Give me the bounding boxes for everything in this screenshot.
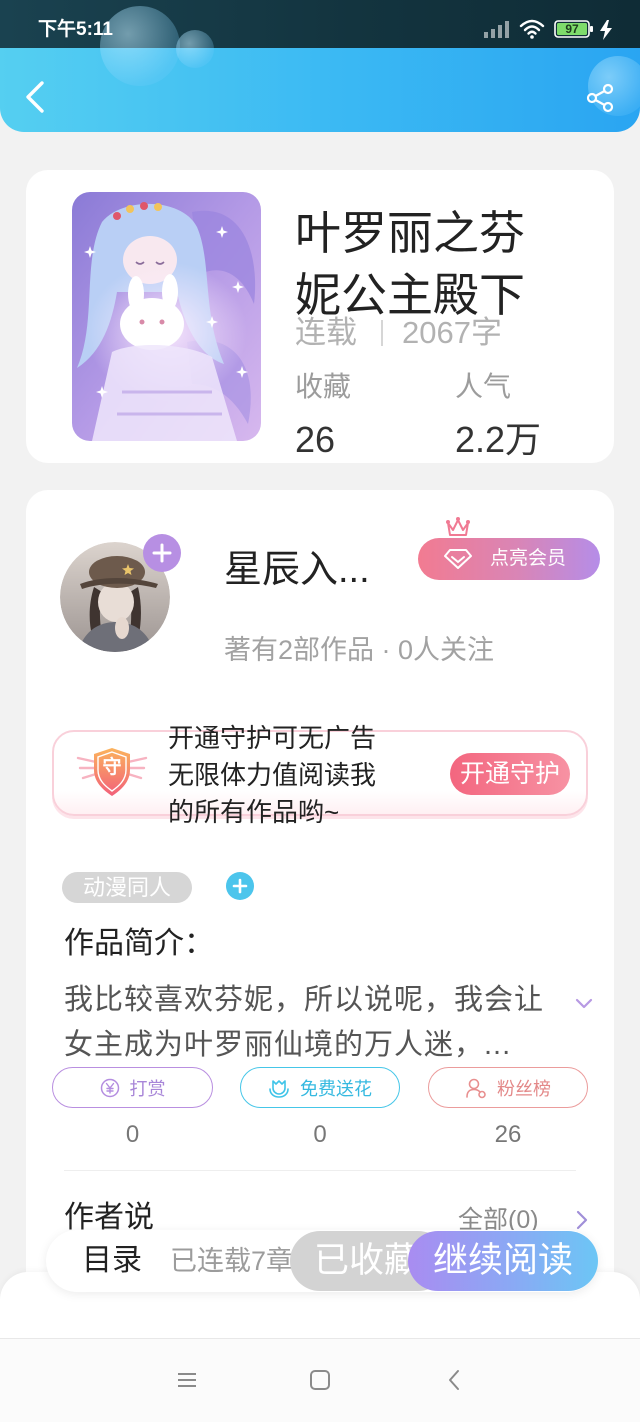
book-info-card: 叶罗丽之芬 妮公主殿下 连载 2067字 收藏 人气 26 2.2万: [26, 170, 614, 463]
reward-count: 0: [125, 1121, 140, 1148]
guard-text-line-2: 无限体力值阅读我: [168, 760, 377, 790]
genre-tag[interactable]: 动漫同人: [62, 872, 192, 903]
reward-label: 打赏: [129, 1078, 166, 1099]
popularity-value: 2.2万: [455, 419, 542, 460]
nav-back-icon[interactable]: [448, 1369, 460, 1391]
expand-chevron-down-icon[interactable]: [575, 998, 593, 1010]
favorites-label: 收藏: [295, 371, 352, 402]
menu-icon[interactable]: [177, 1370, 197, 1390]
battery-icon: 97: [554, 20, 594, 38]
wifi-icon: [519, 19, 545, 39]
signal-icon: [484, 20, 510, 38]
member-button[interactable]: 点亮会员: [418, 538, 600, 580]
catalog-button[interactable]: 目录: [82, 1230, 142, 1292]
user-icon: [466, 1078, 486, 1098]
back-chevron-icon[interactable]: [24, 80, 46, 114]
chevron-right-icon[interactable]: [576, 1210, 588, 1230]
guard-text-line-1: 开通守护可无广告: [168, 723, 377, 753]
plus-icon: [232, 878, 248, 894]
open-guard-button[interactable]: 开通守护: [450, 753, 570, 795]
chapter-count[interactable]: 已连载7章: [170, 1230, 293, 1292]
word-count: 2067字: [402, 315, 502, 350]
share-icon[interactable]: [585, 83, 615, 113]
follow-plus-button[interactable]: [143, 534, 181, 572]
intro-heading: 作品简介：: [64, 927, 214, 960]
member-button-label: 点亮会员: [490, 548, 567, 569]
guard-banner[interactable]: 守 开通守护可无广告 无限体力值阅读我 的所有作品哟~ 开通守护: [52, 723, 588, 827]
battery-level: 97: [565, 22, 579, 36]
plus-icon: [152, 543, 172, 563]
add-tag-button[interactable]: [226, 872, 254, 900]
author-summary: 著有2部作品 · 0人关注: [224, 635, 495, 665]
diamond-icon: [444, 549, 472, 569]
header-bar: [0, 48, 640, 132]
fan-count: 26: [494, 1121, 522, 1148]
fan-ranking-button[interactable]: 粉丝榜: [428, 1067, 588, 1108]
book-cover-image: [72, 192, 261, 441]
book-detail-screen: 下午5:11 97 叶罗丽之芬 妮公主殿下 连载 2067字 收藏 人气 26 …: [0, 0, 640, 1422]
crown-icon: [444, 515, 472, 537]
header-bubble-decoration: [176, 30, 214, 68]
book-title-line-1: 叶罗丽之芬: [295, 207, 525, 259]
continue-reading-button[interactable]: 继续阅读: [408, 1231, 598, 1291]
charging-icon: [599, 20, 613, 40]
popularity-label: 人气: [455, 371, 512, 402]
free-flower-label: 免费送花: [300, 1078, 372, 1099]
flower-count: 0: [313, 1121, 327, 1148]
home-square-icon[interactable]: [309, 1369, 331, 1391]
status-time: 下午5:11: [38, 19, 113, 40]
meta-divider: [381, 320, 383, 346]
guard-text-line-3: 的所有作品哟~: [168, 797, 340, 827]
serial-status: 连载: [295, 315, 357, 350]
author-name[interactable]: 星辰入...: [224, 548, 370, 592]
yen-coin-icon: [100, 1078, 119, 1097]
guard-shield-char: 守: [102, 757, 122, 778]
fan-ranking-label: 粉丝榜: [497, 1078, 551, 1099]
intro-text-line-2[interactable]: 女主成为叶罗丽仙境的万人迷，...: [64, 1027, 511, 1063]
reading-action-bar: 目录 已连载7章 已收藏 继续阅读: [46, 1230, 598, 1292]
section-divider: [64, 1170, 576, 1171]
intro-text-line-1[interactable]: 我比较喜欢芬妮，所以说呢，我会让: [64, 982, 544, 1018]
flower-icon: [269, 1079, 289, 1098]
free-flower-button[interactable]: 免费送花: [240, 1067, 400, 1108]
favorites-value: 26: [295, 419, 336, 460]
reward-button[interactable]: 打赏: [52, 1067, 213, 1108]
